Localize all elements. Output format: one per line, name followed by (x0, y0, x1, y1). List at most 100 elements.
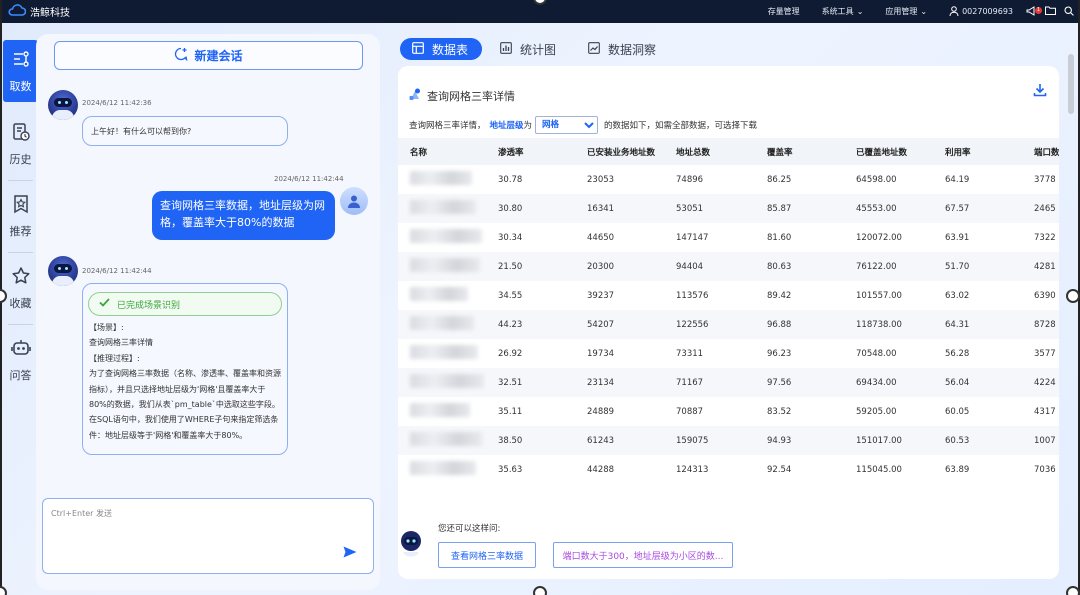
suggestion-chip[interactable]: 查看网格三率数据 (438, 542, 536, 568)
table-row[interactable]: 26.92 19734 73311 96.23 70548.00 56.28 3577 (398, 339, 1059, 368)
new-chat-button[interactable]: 新建会话 (54, 41, 363, 70)
brand[interactable]: 浩鲸科技 (0, 4, 70, 19)
table-row[interactable]: 38.50 61243 159075 94.93 151017.00 60.53 1007 (398, 426, 1059, 455)
table-cell: 7322 (1034, 232, 1056, 243)
table-cell: 115045.00 (856, 464, 902, 475)
user-account[interactable]: 0027009693 (949, 5, 1013, 18)
new-chat-label: 新建会话 (194, 49, 243, 63)
filter-mid: 为 (523, 121, 533, 131)
cell-name-redacted (398, 426, 486, 455)
nav-item-history[interactable]: 历史 (3, 108, 38, 180)
table-row[interactable]: 30.80 16341 53051 85.87 45553.00 67.57 2465 (398, 194, 1059, 223)
table-cell: 151017.00 (844, 426, 933, 455)
table-cell: 92.54 (767, 464, 792, 475)
column-header[interactable]: 已安装业务地址数 (575, 138, 664, 165)
search-icon (1064, 5, 1074, 18)
chat-input-box (42, 498, 374, 574)
download-icon (1033, 84, 1047, 100)
filter-level-label: 地址层级 (489, 121, 524, 131)
resize-handle-bottom[interactable] (533, 586, 547, 595)
table-row[interactable]: 35.63 44288 124313 92.54 115045.00 63.89 7036 (398, 455, 1059, 484)
table-row[interactable]: 30.34 44650 147147 81.60 120072.00 63.91 7322 (398, 223, 1059, 252)
reasoning-text: 为了查询网格三率数据（名称、渗透率、覆盖率和资源指标），并且只选择地址层级为'网… (89, 369, 281, 440)
table-header-row: 名称 渗透率 已安装业务地址数 地址总数 覆盖率 已覆盖地址数 利用率 端口数 (398, 138, 1059, 165)
table-cell: 39237 (587, 290, 615, 301)
table-cell: 35.11 (498, 406, 523, 417)
cell-name-redacted (398, 339, 486, 368)
table-row[interactable]: 44.23 54207 122556 96.88 118738.00 64.31 8728 (398, 310, 1059, 339)
cell-name-redacted (398, 310, 486, 339)
cell-name-redacted (398, 455, 486, 484)
notification-button[interactable]: 1 (1023, 4, 1042, 20)
tab-chart[interactable]: 统计图 (486, 38, 570, 60)
chevron-down-icon: ⌄ (856, 7, 864, 16)
column-header[interactable]: 覆盖率 (755, 138, 844, 165)
nav-item-qa[interactable]: 问答 (3, 324, 38, 396)
table-cell: 56.04 (933, 368, 1022, 397)
table-row[interactable]: 34.55 39237 113576 89.42 101557.00 63.02 6390 (398, 281, 1059, 310)
nav-item-favorites[interactable]: 收藏 (3, 252, 38, 324)
table-cell: 34.55 (498, 290, 523, 301)
table-cell: 64598.00 (856, 174, 897, 185)
bar-chart-icon (500, 41, 512, 57)
table-cell: 61243 (575, 426, 664, 455)
column-header[interactable]: 渗透率 (486, 138, 575, 165)
result-title-text: 查询网格三率详情 (427, 89, 515, 103)
redacted-text (410, 200, 476, 214)
menu-inventory[interactable]: 存量管理 (768, 6, 800, 17)
data-fetch-icon (11, 49, 31, 72)
table-cell: 1007 (1022, 426, 1059, 455)
assistant-mascot (398, 528, 424, 562)
menu-app-management[interactable]: 应用管理 ⌄ (885, 6, 927, 17)
message-text: 查询网格三率数据，地址层级为网格，覆盖率大于80%的数据 (160, 199, 325, 229)
redacted-text (410, 171, 472, 185)
suggestion-chip[interactable]: 端口数大于300，地址层级为小区的数... (553, 542, 733, 568)
column-header[interactable]: 端口数 (1022, 138, 1059, 165)
table-cell: 60.53 (933, 426, 1022, 455)
column-header[interactable]: 地址总数 (664, 138, 755, 165)
page-scrollbar[interactable] (1068, 54, 1074, 114)
column-header[interactable]: 已覆盖地址数 (844, 138, 933, 165)
user-avatar-icon (348, 195, 360, 208)
cell-name-redacted (398, 223, 486, 252)
tab-data-table[interactable]: 数据表 (400, 38, 483, 60)
download-button[interactable] (1033, 83, 1047, 100)
folder-button[interactable] (1042, 4, 1058, 20)
table-row[interactable]: 30.78 23053 74896 86.25 64598.00 64.19 3778 (398, 165, 1059, 194)
suggestion-text: 端口数大于300，地址层级为小区的数... (562, 551, 724, 562)
table-body: 30.78 23053 74896 86.25 64598.00 64.19 3778 30.… (398, 165, 1059, 484)
table-cell: 23053 (587, 174, 615, 185)
resize-handle-bottom-left[interactable] (0, 586, 7, 595)
menu-system-tools[interactable]: 系统工具 ⌄ (822, 6, 864, 17)
table-cell: 4224 (1022, 368, 1059, 397)
table-row[interactable]: 35.11 24889 70887 83.52 59205.00 60.05 4317 (398, 397, 1059, 426)
nav-item-data-fetch[interactable]: 取数 (3, 40, 38, 102)
resize-handle-bottom-right[interactable] (1066, 586, 1080, 595)
table-cell: 6390 (1034, 290, 1056, 301)
address-level-select[interactable]: 网格 (535, 116, 599, 134)
user-id: 0027009693 (962, 7, 1013, 16)
table-cell: 159075 (664, 426, 755, 455)
bot-message: 上午好！有什么可以帮到你? (82, 116, 288, 146)
column-header[interactable]: 名称 (398, 138, 486, 165)
chat-input[interactable] (43, 499, 373, 573)
insight-icon (588, 41, 600, 57)
status-text: 已完成场景识别 (117, 300, 181, 311)
table-cell: 147147 (676, 232, 709, 243)
tab-insight[interactable]: 数据洞察 (574, 38, 670, 60)
table-row[interactable]: 21.50 20300 94404 80.63 76122.00 51.70 4281 (398, 252, 1059, 281)
check-icon (99, 298, 110, 310)
nav-item-recommend[interactable]: 推荐 (3, 180, 38, 252)
bot-avatar (48, 90, 78, 120)
nav-label: 推荐 (9, 224, 32, 238)
table-cell: 45553.00 (844, 194, 933, 223)
notification-badge: 1 (1035, 6, 1042, 14)
search-button[interactable] (1061, 4, 1077, 20)
table-row[interactable]: 32.51 23134 71167 97.56 69434.00 56.04 4224 (398, 368, 1059, 397)
resize-handle-right[interactable] (1066, 289, 1080, 303)
column-header[interactable]: 利用率 (933, 138, 1022, 165)
message-text: 上午好！有什么可以帮到你? (91, 127, 192, 136)
send-icon[interactable] (343, 546, 357, 561)
cloud-logo-icon (8, 4, 27, 19)
robot-icon (10, 338, 31, 361)
